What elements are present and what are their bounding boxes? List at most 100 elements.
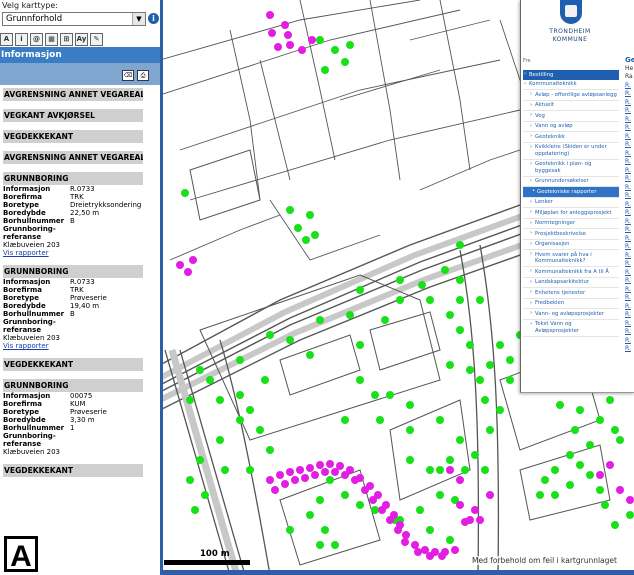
site-nav-item[interactable]: Aktuelt (523, 101, 619, 111)
report-link[interactable]: R. (625, 116, 634, 125)
report-link[interactable]: R. (625, 243, 634, 252)
site-nav-item[interactable]: Kommunalteknikk fra A til Å (523, 267, 619, 278)
borehole-magenta-dot (378, 506, 386, 514)
info-key: Boretype (3, 408, 40, 416)
borehole-magenta-dot (281, 21, 289, 29)
report-link[interactable]: R. (625, 124, 634, 133)
report-link[interactable]: R. (625, 201, 634, 210)
site-nav-item[interactable]: Hvem svarer på hva i Kommunalteknikk? (523, 250, 619, 267)
report-link[interactable]: R. (625, 320, 634, 329)
borehole-magenta-dot (361, 486, 369, 494)
report-link[interactable]: R. (625, 286, 634, 295)
report-link[interactable]: R. (625, 150, 634, 159)
select-tool-icon[interactable]: A (0, 33, 13, 46)
info-key: Informasjon (3, 185, 51, 193)
report-link[interactable]: R. (625, 345, 634, 354)
report-link[interactable]: R. (625, 218, 634, 227)
borehole-green-dot (316, 36, 324, 44)
info-tool-icon[interactable]: i (15, 33, 28, 46)
borehole-magenta-dot (438, 552, 446, 560)
vis-rapporter-link[interactable]: Vis rapporter (3, 342, 143, 350)
info-row: Boredybde 19,40 m (3, 302, 143, 310)
borehole-green-dot (302, 236, 310, 244)
report-link[interactable]: R. (625, 184, 634, 193)
info-row: Borhullnummer B (3, 217, 143, 225)
borehole-magenta-dot (271, 486, 279, 494)
site-nav-item[interactable]: Normtegninger (523, 219, 619, 229)
draw-tool-icon[interactable]: ✎ (90, 33, 103, 46)
report-link[interactable]: R. (625, 141, 634, 150)
info-row: Boretype Prøveserie (3, 294, 143, 302)
report-link[interactable]: R. (625, 337, 634, 346)
site-nav-item[interactable]: Enhetens tjenester (523, 288, 619, 299)
site-nav-item[interactable]: Organisasjon (523, 240, 619, 250)
info-key: Boredybde (3, 416, 46, 424)
kommune-website-popup: TRONDHEIM KOMMUNE Fre BestillingKommunal… (520, 0, 634, 393)
info-row: Boretype Prøveserie (3, 408, 143, 416)
report-link[interactable]: R. (625, 294, 634, 303)
eraser-icon[interactable]: ⌫ (122, 70, 134, 81)
report-link[interactable]: R. (625, 107, 634, 116)
borehole-green-dot (371, 391, 379, 399)
report-link[interactable]: R. (625, 235, 634, 244)
site-nav-item[interactable]: Veg (523, 111, 619, 122)
site-tab[interactable]: Fre (523, 58, 531, 64)
site-nav-item[interactable]: Bestilling (523, 70, 619, 80)
borehole-green-dot (626, 511, 634, 519)
site-nav-item[interactable]: Prosjektbeskrivelse (523, 229, 619, 240)
site-nav-item[interactable]: Lenker (523, 198, 619, 208)
borehole-green-dot (436, 466, 444, 474)
borehole-green-dot (446, 361, 454, 369)
info-icon[interactable]: i (148, 13, 159, 24)
coordinates-tool-icon[interactable]: Ay (75, 33, 88, 46)
grid-tool-icon[interactable]: ▦ (45, 33, 58, 46)
layers-tool-icon[interactable]: ⊞ (60, 33, 73, 46)
site-nav-item[interactable]: Avløp - offentlige avløpsanlegg (523, 90, 619, 101)
site-nav-item[interactable]: Grunnundersøkelser (523, 177, 619, 187)
borehole-green-dot (346, 41, 354, 49)
report-link[interactable]: R. (625, 167, 634, 176)
report-link[interactable]: R. (625, 99, 634, 108)
report-link[interactable]: R. (625, 260, 634, 269)
report-link[interactable]: R. (625, 133, 634, 142)
borehole-magenta-dot (341, 471, 349, 479)
report-link[interactable]: R. (625, 252, 634, 261)
borehole-green-dot (616, 436, 624, 444)
site-nav-item[interactable]: Geoteknikk i plan- og byggesak (523, 160, 619, 177)
info-value: 22,50 m (70, 209, 100, 217)
site-nav-item[interactable]: Tekst Vann og Avløpsprosjekter (523, 320, 619, 337)
report-link[interactable]: R. (625, 311, 634, 320)
report-link[interactable]: R. (625, 328, 634, 337)
vis-rapporter-link[interactable]: Vis rapporter (3, 249, 143, 257)
coat-of-arms-icon (560, 0, 582, 24)
report-link[interactable]: R. (625, 277, 634, 286)
print-icon[interactable]: ⎙ (137, 70, 149, 81)
site-nav-item[interactable]: Geoteknikk (523, 132, 619, 143)
report-link[interactable]: R. (625, 158, 634, 167)
borehole-green-dot (186, 396, 194, 404)
site-nav-item[interactable]: Geotekniske rapporter (523, 187, 619, 198)
site-nav-item[interactable]: Vann- og avløpsprosjekter (523, 309, 619, 320)
site-nav-item[interactable]: Miljøplan for anleggsprosjekt (523, 208, 619, 219)
chevron-down-icon[interactable]: ▼ (132, 13, 145, 25)
report-link[interactable]: R. (625, 90, 634, 99)
report-link[interactable]: R. (625, 192, 634, 201)
report-link[interactable]: R. (625, 226, 634, 235)
report-link[interactable]: R. (625, 303, 634, 312)
info-value: B (70, 217, 75, 225)
karttype-value: Grunnforhold (6, 14, 63, 24)
report-link[interactable]: R. (625, 82, 634, 91)
site-nav-item[interactable]: Vann og avløp (523, 122, 619, 132)
karttype-label: Velg karttype: (2, 1, 59, 10)
site-nav-item[interactable]: Fredbeklen (523, 299, 619, 309)
search-tool-icon[interactable]: @ (30, 33, 43, 46)
site-nav-item[interactable]: Kommunalteknikk (523, 80, 619, 90)
report-link[interactable]: R. (625, 269, 634, 278)
site-nav-item[interactable]: Kvikkleire (Skiden er under oppdatering) (523, 143, 619, 160)
report-link[interactable]: R. (625, 175, 634, 184)
karttype-select[interactable]: Grunnforhold ▼ (2, 12, 146, 26)
borehole-green-dot (466, 366, 474, 374)
report-link[interactable]: R. (625, 209, 634, 218)
site-nav-item[interactable]: Landskapsarkitektur (523, 278, 619, 288)
borehole-green-dot (456, 436, 464, 444)
